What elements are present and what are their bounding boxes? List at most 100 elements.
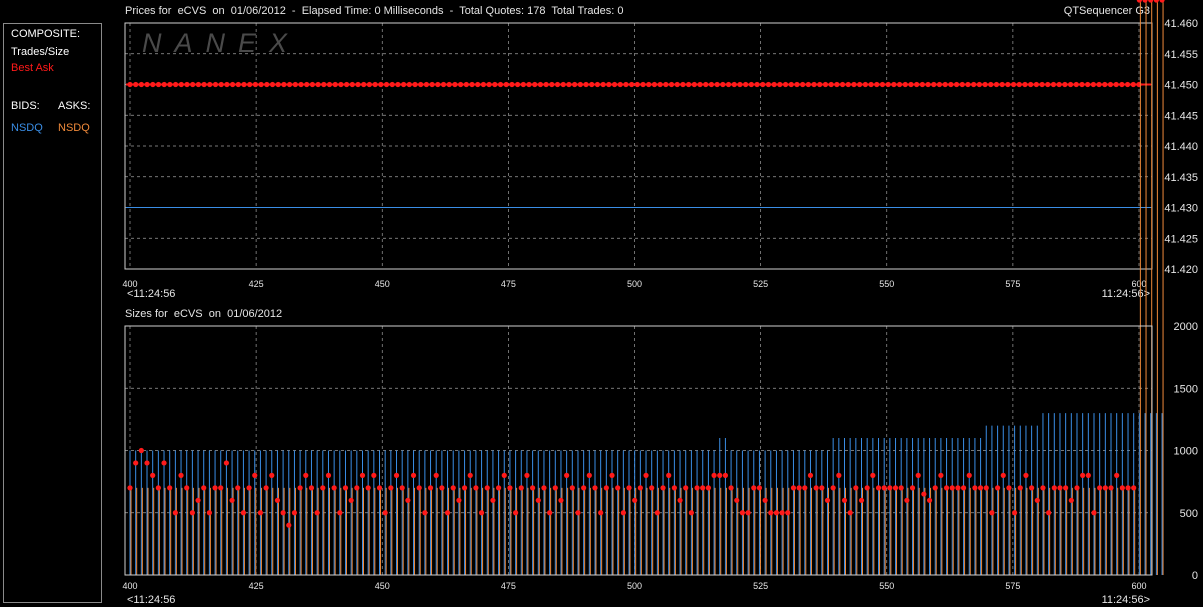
price-x-tick-label: 575 — [1005, 279, 1020, 289]
trade-size-marker — [615, 485, 621, 491]
trade-size-marker — [155, 485, 161, 491]
trade-size-marker — [581, 485, 587, 491]
trade-size-marker — [252, 472, 258, 478]
trade-size-marker — [915, 472, 921, 478]
trade-size-marker — [518, 485, 524, 491]
best-ask-marker — [1096, 81, 1102, 88]
best-ask-marker — [663, 81, 669, 88]
best-ask-marker — [993, 81, 1000, 88]
best-ask-marker — [520, 81, 526, 88]
best-ask-marker — [657, 81, 663, 88]
trade-size-marker — [291, 510, 298, 516]
trade-size-marker — [1029, 485, 1035, 491]
trade-size-marker — [1108, 485, 1114, 491]
trade-size-marker — [921, 491, 927, 497]
best-ask-marker — [1079, 81, 1085, 88]
best-ask-marker — [686, 81, 692, 88]
trade-size-marker — [359, 472, 366, 478]
trade-size-marker — [314, 510, 320, 516]
trade-size-marker — [388, 485, 394, 491]
trade-size-marker — [728, 485, 734, 491]
trade-size-marker — [547, 510, 553, 516]
trade-size-marker — [229, 497, 235, 503]
best-ask-marker — [560, 81, 566, 88]
trade-size-marker — [592, 485, 598, 491]
trade-size-marker — [1136, 0, 1142, 3]
size-x-tick-label: 475 — [501, 581, 516, 591]
best-ask-marker — [344, 81, 350, 88]
trade-size-marker — [405, 497, 411, 503]
size-x-tick-label: 450 — [375, 581, 390, 591]
best-ask-marker — [554, 81, 561, 88]
best-ask-marker — [862, 81, 868, 88]
trade-size-marker — [830, 485, 836, 491]
best-ask-marker — [1033, 81, 1039, 88]
best-ask-marker — [857, 81, 863, 88]
best-ask-marker — [697, 81, 703, 88]
best-ask-marker — [389, 81, 395, 88]
best-ask-marker — [190, 81, 196, 88]
trade-size-marker — [972, 485, 978, 491]
trade-size-marker — [552, 485, 558, 491]
trade-size-marker — [909, 485, 916, 491]
size-x-tick-label: 400 — [122, 581, 137, 591]
trade-size-marker — [342, 485, 349, 491]
best-ask-marker — [469, 81, 475, 88]
best-ask-marker — [566, 81, 572, 88]
best-ask-marker — [309, 81, 316, 88]
trade-size-marker — [1034, 497, 1040, 503]
best-ask-marker — [908, 81, 914, 88]
trade-size-marker — [257, 510, 264, 516]
trade-size-marker — [666, 472, 672, 478]
best-ask-marker — [1016, 81, 1022, 88]
trade-size-marker — [325, 472, 332, 478]
best-ask-marker — [959, 81, 965, 88]
trade-size-marker — [1131, 485, 1137, 491]
trade-size-marker — [269, 472, 275, 478]
best-ask-marker — [777, 81, 783, 88]
price-x-end-time: 11:24:56> — [1102, 288, 1150, 300]
trade-size-marker — [802, 485, 808, 491]
best-ask-marker — [224, 81, 230, 88]
best-ask-marker — [589, 81, 595, 88]
trade-size-marker — [393, 472, 400, 478]
best-ask-marker — [1090, 81, 1096, 88]
best-ask-marker — [184, 81, 190, 88]
best-ask-marker — [765, 81, 772, 88]
best-ask-marker — [634, 81, 640, 88]
best-ask-marker — [497, 81, 504, 88]
trade-size-marker — [484, 485, 490, 491]
trade-size-marker — [654, 510, 660, 516]
trade-size-marker — [439, 485, 445, 491]
best-ask-marker — [269, 81, 276, 88]
best-ask-marker — [885, 81, 891, 88]
trade-size-marker — [586, 472, 592, 478]
best-ask-marker — [241, 81, 247, 88]
price-x-tick-label: 525 — [753, 279, 768, 289]
best-ask-marker — [401, 81, 407, 88]
best-ask-marker — [252, 81, 259, 88]
trade-size-marker — [637, 485, 643, 491]
best-ask-marker — [532, 81, 538, 88]
best-ask-marker — [446, 81, 452, 88]
best-ask-marker — [275, 81, 281, 88]
trade-size-marker — [694, 485, 700, 491]
best-ask-marker — [834, 81, 840, 88]
trade-size-marker — [745, 510, 751, 516]
trade-size-marker — [512, 510, 519, 516]
trade-size-marker — [218, 485, 224, 491]
best-ask-marker — [800, 81, 806, 88]
trade-size-marker — [337, 510, 343, 516]
trade-size-marker — [189, 510, 195, 516]
best-ask-marker — [543, 81, 549, 88]
size-y-tick-label: 0 — [1192, 570, 1198, 582]
charts-canvas: NANEX 41.46041.45541.45041.44541.44041.4… — [122, 0, 1198, 606]
trade-size-marker — [677, 497, 683, 503]
best-ask-marker — [931, 81, 937, 88]
best-ask-marker — [281, 81, 287, 88]
best-ask-marker — [988, 81, 994, 88]
price-y-axis: 41.460 41.455 41.450 41.445 41.440 41.435 41.4… — [1164, 18, 1198, 276]
best-ask-marker — [982, 81, 988, 88]
best-ask-marker — [902, 81, 908, 88]
trade-size-marker — [450, 485, 456, 491]
